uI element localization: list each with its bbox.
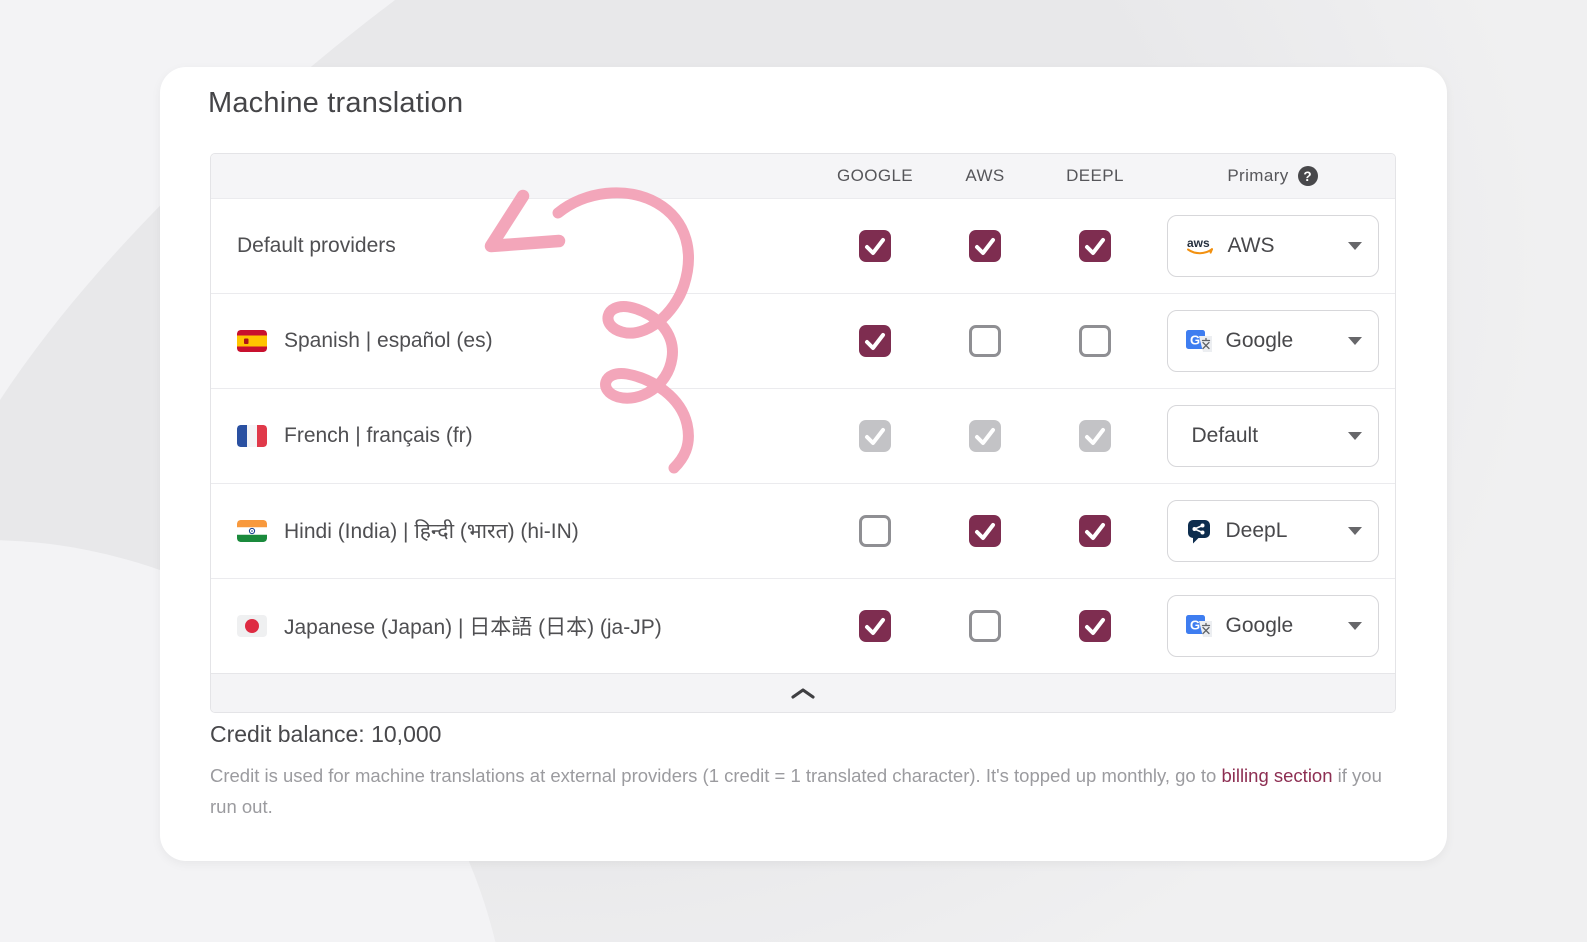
check-icon — [969, 230, 1001, 262]
page-title: Machine translation — [208, 87, 463, 120]
check-icon — [1079, 515, 1111, 547]
check-icon — [859, 230, 891, 262]
checkbox-aws-hindi[interactable] — [969, 515, 1001, 547]
check-icon — [859, 325, 891, 357]
svg-text:G: G — [1190, 333, 1200, 348]
primary-provider-dropdown-french[interactable]: Default — [1167, 405, 1379, 467]
check-icon — [969, 515, 1001, 547]
checkbox-aws-french — [969, 420, 1001, 452]
check-icon — [1079, 230, 1111, 262]
check-icon — [969, 420, 1001, 452]
dropdown-value: Default — [1192, 424, 1259, 448]
column-header-primary: Primary ? — [1150, 166, 1395, 186]
spain-flag-icon — [237, 330, 267, 352]
dropdown-value: Google — [1226, 614, 1294, 638]
credit-description: Credit is used for machine translations … — [210, 760, 1402, 822]
checkbox-deepl-default[interactable] — [1079, 230, 1111, 262]
table-header-row: GOOGLE AWS DEEPL Primary ? — [211, 154, 1395, 198]
primary-provider-dropdown-japanese[interactable]: G Google — [1167, 595, 1379, 657]
checkbox-aws-default[interactable] — [969, 230, 1001, 262]
checkbox-aws-japanese[interactable] — [969, 610, 1001, 642]
checkbox-google-spanish[interactable] — [859, 325, 891, 357]
credit-balance-heading: Credit balance: 10,000 — [210, 721, 1402, 748]
row-label: French | français (fr) — [284, 424, 473, 448]
column-header-aws: AWS — [930, 166, 1040, 186]
chevron-down-icon — [1348, 242, 1362, 251]
row-label: Default providers — [237, 234, 396, 258]
dropdown-value: AWS — [1228, 234, 1275, 258]
providers-table: GOOGLE AWS DEEPL Primary ? Default provi… — [210, 153, 1396, 713]
collapse-button[interactable] — [211, 673, 1395, 712]
checkbox-google-default[interactable] — [859, 230, 891, 262]
help-icon[interactable]: ? — [1298, 166, 1318, 186]
india-flag-icon — [237, 520, 267, 542]
check-icon — [859, 420, 891, 452]
chevron-down-icon — [1348, 337, 1362, 346]
table-row-hindi: Hindi (India) | हिन्दी (भारत) (hi-IN) — [211, 483, 1395, 578]
chevron-down-icon — [1348, 622, 1362, 631]
svg-text:G: G — [1190, 618, 1200, 633]
checkbox-deepl-french — [1079, 420, 1111, 452]
france-flag-icon — [237, 425, 267, 447]
check-icon — [1079, 610, 1111, 642]
google-translate-icon: G — [1186, 614, 1212, 638]
billing-section-link[interactable]: billing section — [1221, 765, 1332, 786]
column-header-deepl: DEEPL — [1040, 166, 1150, 186]
page-background: Machine translation GOOGLE AWS DEEPL Pri… — [0, 0, 1587, 942]
row-label: Hindi (India) | हिन्दी (भारत) (hi-IN) — [284, 517, 579, 545]
checkbox-aws-spanish[interactable] — [969, 325, 1001, 357]
check-icon — [859, 610, 891, 642]
column-header-google: GOOGLE — [820, 166, 930, 186]
checkbox-google-japanese[interactable] — [859, 610, 891, 642]
checkbox-deepl-hindi[interactable] — [1079, 515, 1111, 547]
primary-provider-dropdown-spanish[interactable]: G Google — [1167, 310, 1379, 372]
svg-text:aws: aws — [1187, 236, 1210, 250]
dropdown-value: Google — [1226, 329, 1294, 353]
table-row-spanish: Spanish | español (es) G — [211, 293, 1395, 388]
primary-provider-dropdown-default[interactable]: aws AWS — [1167, 215, 1379, 277]
checkbox-google-hindi[interactable] — [859, 515, 891, 547]
credit-description-part1: Credit is used for machine translations … — [210, 765, 1216, 786]
row-label: Spanish | español (es) — [284, 329, 493, 353]
primary-provider-dropdown-hindi[interactable]: DeepL — [1167, 500, 1379, 562]
credit-section: Credit balance: 10,000 Credit is used fo… — [210, 721, 1402, 822]
chevron-down-icon — [1348, 432, 1362, 441]
table-row-default-providers: Default providers aws AWS — [211, 198, 1395, 293]
japan-flag-icon — [237, 615, 267, 637]
chevron-up-icon — [791, 688, 815, 699]
table-row-japanese: Japanese (Japan) | 日本語 (日本) (ja-JP) G — [211, 578, 1395, 673]
checkbox-google-french — [859, 420, 891, 452]
check-icon — [1079, 420, 1111, 452]
google-translate-icon: G — [1186, 329, 1212, 353]
chevron-down-icon — [1348, 527, 1362, 536]
row-label: Japanese (Japan) | 日本語 (日本) (ja-JP) — [284, 611, 662, 641]
table-row-french: French | français (fr) Default — [211, 388, 1395, 483]
checkbox-deepl-spanish[interactable] — [1079, 325, 1111, 357]
machine-translation-card: Machine translation GOOGLE AWS DEEPL Pri… — [160, 67, 1447, 861]
column-header-primary-label: Primary — [1227, 166, 1288, 186]
checkbox-deepl-japanese[interactable] — [1079, 610, 1111, 642]
deepl-icon — [1186, 518, 1212, 544]
aws-icon: aws — [1186, 235, 1214, 257]
dropdown-value: DeepL — [1226, 519, 1288, 543]
